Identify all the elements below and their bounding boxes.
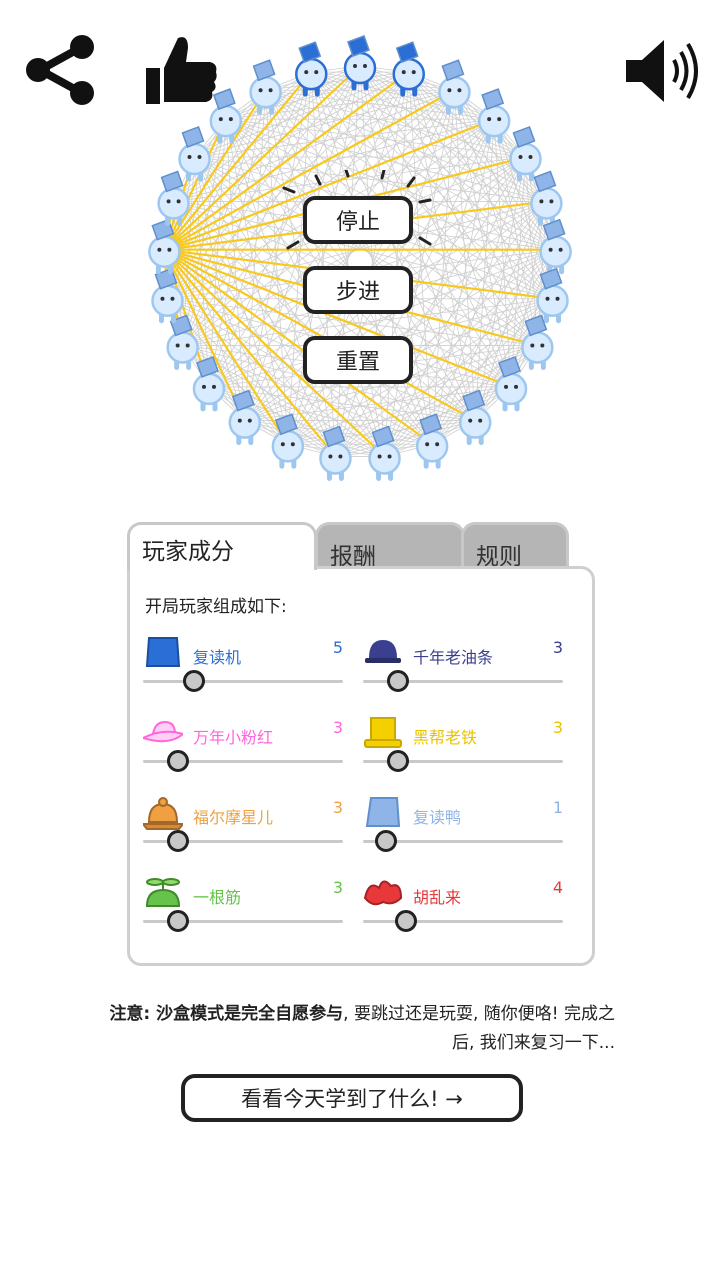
player-type-grudger: 黑帮老铁 3	[363, 716, 563, 796]
note-bold-text: 注意: 沙盒模式是完全自愿参与	[109, 1004, 344, 1024]
player-character	[521, 314, 554, 370]
light-blue-bucket-hat-icon	[365, 797, 401, 827]
count-slider-handle[interactable]	[387, 670, 409, 692]
count-slider-handle[interactable]	[387, 750, 409, 772]
player-type-count: 3	[332, 718, 343, 737]
player-type-count: 3	[552, 718, 563, 737]
panel-intro-text: 开局玩家组成如下:	[145, 597, 287, 617]
player-type-detective: 福尔摩星儿 3	[143, 796, 343, 876]
step-button[interactable]: 步进	[303, 266, 413, 314]
player-character	[343, 35, 377, 91]
sandbox-note: 注意: 沙盒模式是完全自愿参与, 要跳过还是玩耍, 随你便咯! 完成之后, 我们…	[100, 1000, 615, 1058]
player-type-name: 胡乱来	[413, 888, 462, 907]
count-slider-handle[interactable]	[375, 830, 397, 852]
count-slider-handle[interactable]	[395, 910, 417, 932]
player-character	[209, 88, 243, 144]
player-character	[536, 267, 569, 324]
player-character	[530, 170, 563, 226]
player-type-count: 4	[552, 878, 563, 897]
player-type-count: 3	[332, 798, 343, 817]
player-character	[477, 88, 511, 144]
player-type-name: 复读机	[193, 648, 242, 667]
reset-button[interactable]: 重置	[303, 336, 413, 384]
count-slider-handle[interactable]	[183, 670, 205, 692]
player-type-name: 复读鸭	[413, 808, 462, 827]
player-type-random: 胡乱来 4	[363, 876, 563, 956]
dark-bowler-hat-icon	[365, 640, 401, 663]
count-slider-handle[interactable]	[167, 910, 189, 932]
red-jester-hat-icon	[363, 880, 403, 906]
player-type-count: 5	[332, 638, 343, 657]
player-character	[438, 59, 471, 115]
player-type-cheater: 千年老油条 3	[363, 636, 563, 716]
count-slider-handle[interactable]	[167, 830, 189, 852]
note-text: , 要跳过还是玩耍, 随你便咯! 完成之后, 我们来复习一下...	[343, 1004, 615, 1053]
tab-player-composition[interactable]: 玩家成分	[127, 522, 317, 570]
count-slider-handle[interactable]	[167, 750, 189, 772]
tab-rules[interactable]: 规则	[461, 522, 569, 570]
player-type-name: 福尔摩星儿	[193, 808, 274, 827]
next-button[interactable]: 看看今天学到了什么! →	[181, 1074, 523, 1122]
slider-track	[363, 920, 563, 923]
player-type-cooperator: 万年小粉红 3	[143, 716, 343, 796]
propeller-cap-icon	[145, 878, 181, 907]
player-character	[509, 126, 542, 182]
player-type-name: 黑帮老铁	[413, 728, 478, 747]
player-character	[178, 126, 211, 182]
player-type-count: 3	[552, 638, 563, 657]
blue-bucket-hat-icon	[145, 637, 181, 667]
pink-sun-hat-icon	[143, 720, 183, 743]
stop-button[interactable]: 停止	[303, 196, 413, 244]
player-type-copykitten: 复读鸭 1	[363, 796, 563, 876]
yellow-top-hat-icon	[364, 717, 402, 748]
player-character	[392, 41, 425, 97]
tab-payoff[interactable]: 报酬	[315, 522, 465, 570]
player-type-name: 万年小粉红	[193, 728, 274, 747]
player-type-name: 千年老油条	[413, 648, 494, 667]
player-type-copycat: 复读机 5	[143, 636, 343, 716]
player-character	[295, 41, 328, 97]
player-character	[539, 218, 572, 275]
slider-track	[143, 680, 343, 683]
player-type-count: 1	[552, 798, 563, 817]
player-character	[249, 59, 282, 115]
player-type-simpleton: 一根筋 3	[143, 876, 343, 956]
player-type-name: 一根筋	[193, 888, 242, 907]
player-type-count: 3	[332, 878, 343, 897]
deerstalker-hat-icon	[143, 797, 183, 830]
